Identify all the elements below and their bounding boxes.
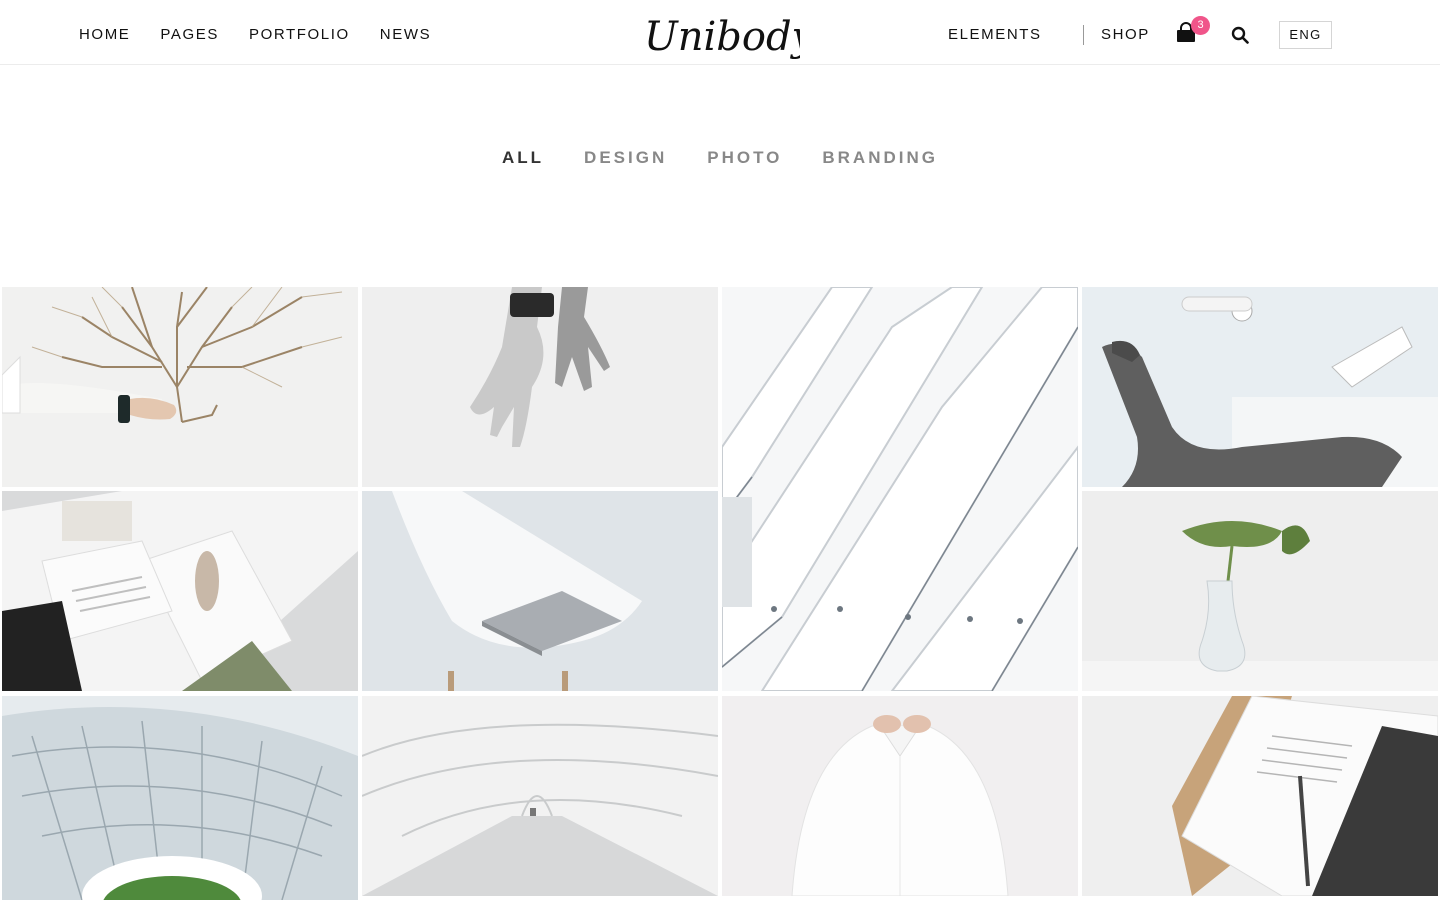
white-shirt-photo bbox=[722, 696, 1078, 896]
laptop-chair-photo bbox=[362, 491, 718, 691]
filter-design[interactable]: DESIGN bbox=[584, 148, 667, 168]
cart-count-badge: 3 bbox=[1191, 16, 1210, 35]
portfolio-item[interactable] bbox=[1082, 696, 1438, 896]
branch-photo bbox=[2, 287, 358, 487]
portfolio-item[interactable] bbox=[1082, 491, 1438, 691]
nav-news[interactable]: NEWS bbox=[380, 26, 431, 43]
portfolio-item[interactable] bbox=[2, 287, 358, 487]
logo[interactable]: Unibody bbox=[640, 6, 800, 86]
logo-text: Unibody bbox=[644, 14, 800, 60]
filter-all[interactable]: ALL bbox=[502, 148, 544, 168]
corridor-photo bbox=[362, 696, 718, 896]
staircase-photo bbox=[2, 696, 358, 900]
portfolio-filters: ALL DESIGN PHOTO BRANDING bbox=[0, 148, 1440, 168]
language-selector[interactable]: ENG bbox=[1279, 21, 1332, 49]
filter-photo[interactable]: PHOTO bbox=[707, 148, 782, 168]
main-nav-left: HOME PAGES PORTFOLIO NEWS bbox=[79, 26, 431, 43]
plant-vase-photo bbox=[1082, 491, 1438, 691]
filter-branding[interactable]: BRANDING bbox=[822, 148, 938, 168]
search-icon[interactable] bbox=[1231, 26, 1249, 44]
nav-shop[interactable]: SHOP bbox=[1101, 26, 1150, 43]
site-header: HOME PAGES PORTFOLIO NEWS Unibody ELEMEN… bbox=[0, 0, 1440, 65]
nav-divider bbox=[1083, 25, 1084, 45]
architecture-photo bbox=[722, 287, 1078, 691]
portfolio-item[interactable] bbox=[362, 491, 718, 691]
portfolio-item[interactable] bbox=[362, 287, 718, 487]
nav-portfolio[interactable]: PORTFOLIO bbox=[249, 26, 350, 43]
portfolio-grid bbox=[2, 287, 1440, 900]
hands-watch-photo bbox=[362, 287, 718, 487]
nav-home[interactable]: HOME bbox=[79, 26, 130, 43]
portfolio-item[interactable] bbox=[722, 696, 1078, 896]
portfolio-item[interactable] bbox=[2, 491, 358, 691]
portfolio-item[interactable] bbox=[1082, 287, 1438, 487]
portfolio-item[interactable] bbox=[362, 696, 718, 896]
nav-elements[interactable]: ELEMENTS bbox=[948, 26, 1042, 43]
dental-chair-photo bbox=[1082, 287, 1438, 487]
nav-pages[interactable]: PAGES bbox=[160, 26, 219, 43]
magazine-photo bbox=[2, 491, 358, 691]
portfolio-item[interactable] bbox=[2, 696, 358, 900]
portfolio-item[interactable] bbox=[722, 287, 1078, 691]
book-pen-photo bbox=[1082, 696, 1438, 896]
